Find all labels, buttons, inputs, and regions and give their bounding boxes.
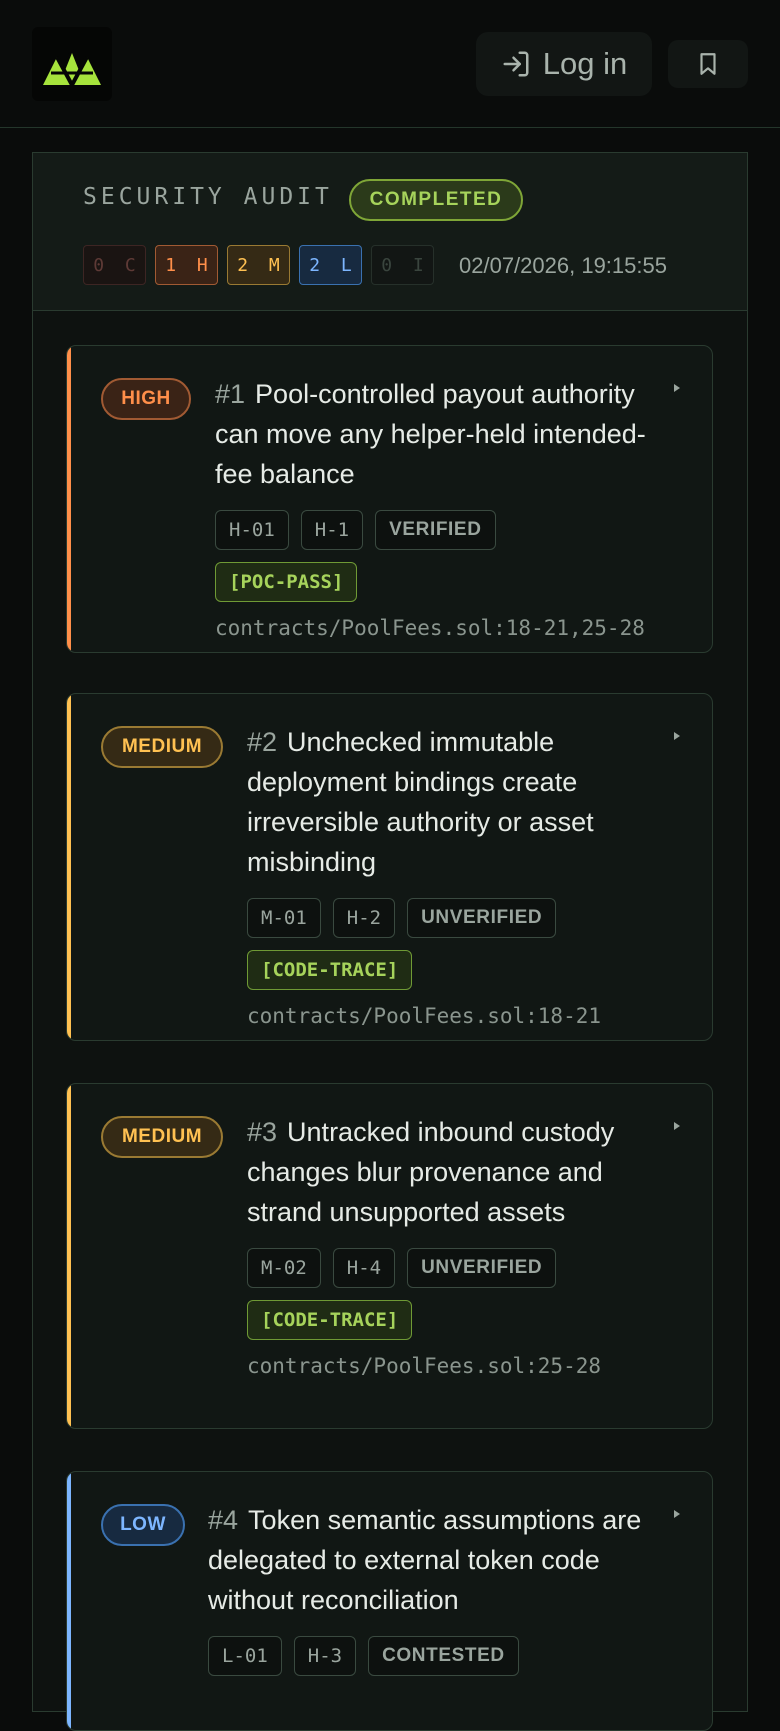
finding-card-3[interactable]: MEDIUM #3 Untracked inbound custody chang…: [66, 1083, 713, 1429]
finding-tags: L-01 H-3 CONTESTED: [208, 1636, 648, 1676]
finding-tags: H-01 H-1 VERIFIED [POC-PASS]: [215, 510, 648, 602]
finding-tags: M-02 H-4 UNVERIFIED [CODE-TRACE]: [247, 1248, 648, 1340]
expand-caret-icon[interactable]: [674, 1122, 680, 1130]
finding-title-text: Unchecked immutable deployment bindings …: [247, 727, 594, 877]
login-button[interactable]: Log in: [476, 32, 652, 96]
finding-title: #3 Untracked inbound custody changes blur…: [247, 1112, 648, 1232]
severity-counts: 0 C 1 H 2 M 2 L 0 I: [83, 245, 434, 285]
severity-badge: MEDIUM: [101, 1116, 223, 1158]
tag-id: H-01: [215, 510, 289, 550]
finding-title: #2 Unchecked immutable deployment binding…: [247, 722, 648, 882]
severity-edge: [67, 346, 71, 652]
finding-number: #2: [247, 727, 278, 757]
login-label: Log in: [542, 46, 628, 81]
tag-method: [CODE-TRACE]: [247, 950, 413, 990]
bookmark-button[interactable]: [668, 40, 748, 88]
audit-panel: SECURITY AUDIT COMPLETED 0 C 1 H 2 M 2 L…: [32, 152, 748, 1731]
audit-timestamp: 02/07/2026, 19:15:55: [459, 253, 667, 278]
tag-verification: UNVERIFIED: [407, 1248, 557, 1288]
severity-badge: HIGH: [101, 378, 191, 420]
severity-edge: [67, 1084, 71, 1428]
finding-body: #2 Unchecked immutable deployment binding…: [247, 722, 648, 1028]
finding-body: #3 Untracked inbound custody changes blur…: [247, 1112, 648, 1378]
tag-verification: UNVERIFIED: [407, 898, 557, 938]
finding-title-text: Token semantic assumptions are delegated…: [208, 1505, 642, 1615]
mountain-logo-icon: [43, 44, 101, 89]
count-low: 2 L: [299, 245, 362, 285]
finding-body: #4 Token semantic assumptions are delegat…: [208, 1500, 648, 1676]
count-critical: 0 C: [83, 245, 146, 285]
finding-card-4[interactable]: LOW #4 Token semantic assumptions are del…: [66, 1471, 713, 1731]
status-badge: COMPLETED: [349, 179, 523, 221]
tag-ref: H-3: [293, 1636, 357, 1676]
tag-verification: CONTESTED: [368, 1636, 519, 1676]
finding-title-text: Pool-controlled payout authority can mov…: [215, 379, 646, 489]
brand-logo[interactable]: [32, 27, 112, 101]
bookmark-icon: [700, 53, 716, 75]
tag-id: M-02: [247, 1248, 321, 1288]
audit-title: SECURITY AUDIT: [83, 184, 333, 210]
tag-ref: H-1: [300, 510, 364, 550]
tag-id: M-01: [247, 898, 321, 938]
expand-caret-icon[interactable]: [674, 732, 680, 740]
audit-summary: SECURITY AUDIT COMPLETED 0 C 1 H 2 M 2 L…: [33, 153, 747, 311]
tag-method: [CODE-TRACE]: [247, 1300, 413, 1340]
tag-ref: H-4: [332, 1248, 396, 1288]
finding-location: contracts/PoolFees.sol:18-21,25-28: [215, 616, 645, 640]
severity-edge: [67, 694, 71, 1040]
finding-title-text: Untracked inbound custody changes blur p…: [247, 1117, 615, 1227]
severity-badge: LOW: [101, 1504, 185, 1546]
expand-caret-icon[interactable]: [674, 384, 680, 392]
finding-card-2[interactable]: MEDIUM #2 Unchecked immutable deployment …: [66, 693, 713, 1041]
tag-id: L-01: [208, 1636, 282, 1676]
finding-body: #1 Pool-controlled payout authority can m…: [215, 374, 648, 640]
finding-card-1[interactable]: HIGH #1 Pool-controlled payout authority …: [66, 345, 713, 653]
count-info: 0 I: [371, 245, 434, 285]
count-high: 1 H: [155, 245, 218, 285]
expand-caret-icon[interactable]: [674, 1510, 680, 1518]
tag-ref: H-2: [332, 898, 396, 938]
finding-location: contracts/PoolFees.sol:25-28: [247, 1354, 602, 1378]
finding-number: #3: [247, 1117, 278, 1147]
finding-location: contracts/PoolFees.sol:18-21: [247, 1004, 602, 1028]
login-arrow-icon: [503, 51, 529, 77]
finding-number: #4: [208, 1505, 239, 1535]
severity-badge: MEDIUM: [101, 726, 223, 768]
severity-edge: [67, 1472, 71, 1730]
finding-number: #1: [215, 379, 246, 409]
tag-verification: VERIFIED: [375, 510, 496, 550]
tag-method: [POC-PASS]: [215, 562, 358, 602]
finding-tags: M-01 H-2 UNVERIFIED [CODE-TRACE]: [247, 898, 648, 990]
top-header: Log in: [0, 0, 780, 128]
finding-title: #4 Token semantic assumptions are delegat…: [208, 1500, 648, 1620]
finding-title: #1 Pool-controlled payout authority can m…: [215, 374, 648, 494]
count-medium: 2 M: [227, 245, 290, 285]
